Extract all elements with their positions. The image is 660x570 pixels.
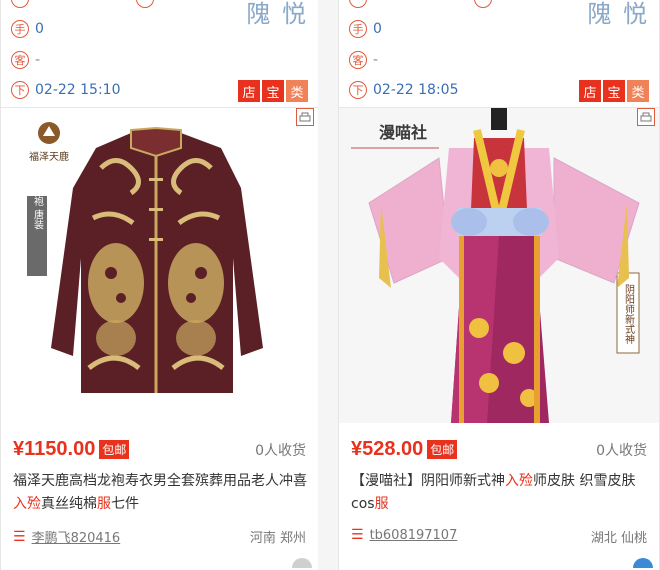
print-icon[interactable] — [296, 108, 314, 126]
corner-partial-icon — [292, 558, 312, 568]
top-partial-icon — [349, 0, 367, 8]
card-gap — [318, 0, 338, 570]
brand-watermark: 隗 悦 — [587, 0, 649, 28]
robe-illustration: 福泽天鹿 龙袍 唐装 — [1, 108, 318, 423]
seller-location: 湖北 仙桃 — [590, 531, 647, 546]
corner-partial-icon — [633, 558, 653, 568]
price: ¥1150.00 包邮 — [13, 438, 130, 461]
title-highlight: 入殓 — [505, 473, 533, 489]
image-side-label: 龙袍 唐装 — [32, 185, 44, 230]
tag-group: 店 宝 类 — [238, 80, 308, 102]
image-brand-text: 福泽天鹿 — [29, 150, 69, 163]
down-icon: 下 — [11, 81, 29, 99]
hand-count: 0 — [35, 21, 44, 37]
time-row: 下 02-22 15:10 — [11, 79, 120, 101]
hand-count-row: 手 0 — [11, 18, 44, 40]
hand-icon: 手 — [11, 20, 29, 38]
time-row: 下 02-22 18:05 — [349, 79, 458, 101]
print-icon[interactable] — [637, 108, 655, 126]
price: ¥528.00 包邮 — [351, 438, 458, 461]
free-shipping-badge: 包邮 — [99, 440, 130, 459]
product-card-2[interactable]: 隗 悦 手 0 客 - 下 02-22 18:05 店 宝 类 漫喵社 阴阳师新… — [338, 0, 660, 570]
tag-group: 店 宝 类 — [579, 80, 649, 102]
top-partial-icon — [11, 0, 29, 8]
image-brand-text: 漫喵社 — [379, 123, 427, 142]
item-tag[interactable]: 宝 — [262, 80, 284, 102]
listing-time: 02-22 15:10 — [35, 82, 121, 98]
guest-value: - — [35, 52, 41, 68]
title-highlight: 服 — [374, 496, 389, 512]
seller-menu-icon: ☰ — [351, 527, 364, 543]
product-image[interactable]: 漫喵社 阴阳师新式神 — [339, 108, 659, 423]
shop-tag[interactable]: 店 — [579, 80, 601, 102]
shop-tag[interactable]: 店 — [238, 80, 260, 102]
kimono-illustration: 漫喵社 阴阳师新式神 — [339, 108, 659, 423]
title-part: 【漫喵社】阴阳师新式神 — [351, 473, 505, 489]
product-title-link[interactable]: 【漫喵社】阴阳师新式神入殓师皮肤 织雪皮肤cos服 — [351, 470, 649, 516]
guest-icon: 客 — [349, 51, 367, 69]
hand-icon: 手 — [349, 20, 367, 38]
top-partial-icon-2 — [474, 0, 492, 8]
price-value: ¥1150.00 — [13, 438, 96, 460]
guest-value: - — [373, 52, 379, 68]
hand-count-row: 手 0 — [349, 18, 382, 40]
guest-icon: 客 — [11, 51, 29, 69]
hand-count: 0 — [373, 21, 382, 37]
down-icon: 下 — [349, 81, 367, 99]
sold-count: 0人收货 — [596, 443, 647, 459]
seller-location: 河南 郑州 — [249, 531, 306, 546]
sold-count: 0人收货 — [255, 443, 306, 459]
product-image[interactable]: 福泽天鹿 龙袍 唐装 — [1, 108, 318, 423]
category-tag[interactable]: 类 — [286, 80, 308, 102]
item-tag[interactable]: 宝 — [603, 80, 625, 102]
title-highlight: 服 — [97, 496, 111, 512]
seller-name-link[interactable]: tb608197107 — [370, 528, 458, 543]
title-part: 七件 — [111, 496, 139, 512]
price-value: ¥528.00 — [351, 438, 424, 460]
brand-watermark: 隗 悦 — [246, 0, 308, 28]
product-title-link[interactable]: 福泽天鹿高档龙袍寿衣男全套殡葬用品老人冲喜入殓真丝纯棉服七件 — [13, 470, 308, 516]
guest-row: 客 - — [349, 49, 378, 71]
title-highlight: 入殓 — [13, 496, 41, 512]
listing-time: 02-22 18:05 — [373, 82, 459, 98]
guest-row: 客 - — [11, 49, 40, 71]
seller-menu-icon: ☰ — [13, 528, 26, 545]
top-partial-icon-2 — [136, 0, 154, 8]
seller: ☰ tb608197107 — [351, 527, 457, 543]
seller: ☰ 李鹏飞820416 — [13, 527, 121, 547]
free-shipping-badge: 包邮 — [427, 440, 458, 459]
image-side-label: 阴阳师新式神 — [623, 284, 635, 345]
product-card-1[interactable]: 隗 悦 手 0 客 - 下 02-22 15:10 店 宝 类 福泽天鹿 龙袍 … — [0, 0, 319, 570]
seller-name-link[interactable]: 李鹏飞820416 — [32, 527, 121, 546]
title-part: 真丝纯棉 — [41, 496, 97, 512]
category-tag[interactable]: 类 — [627, 80, 649, 102]
title-part: 福泽天鹿高档龙袍寿衣男全套殡葬用品老人冲喜 — [13, 473, 307, 489]
